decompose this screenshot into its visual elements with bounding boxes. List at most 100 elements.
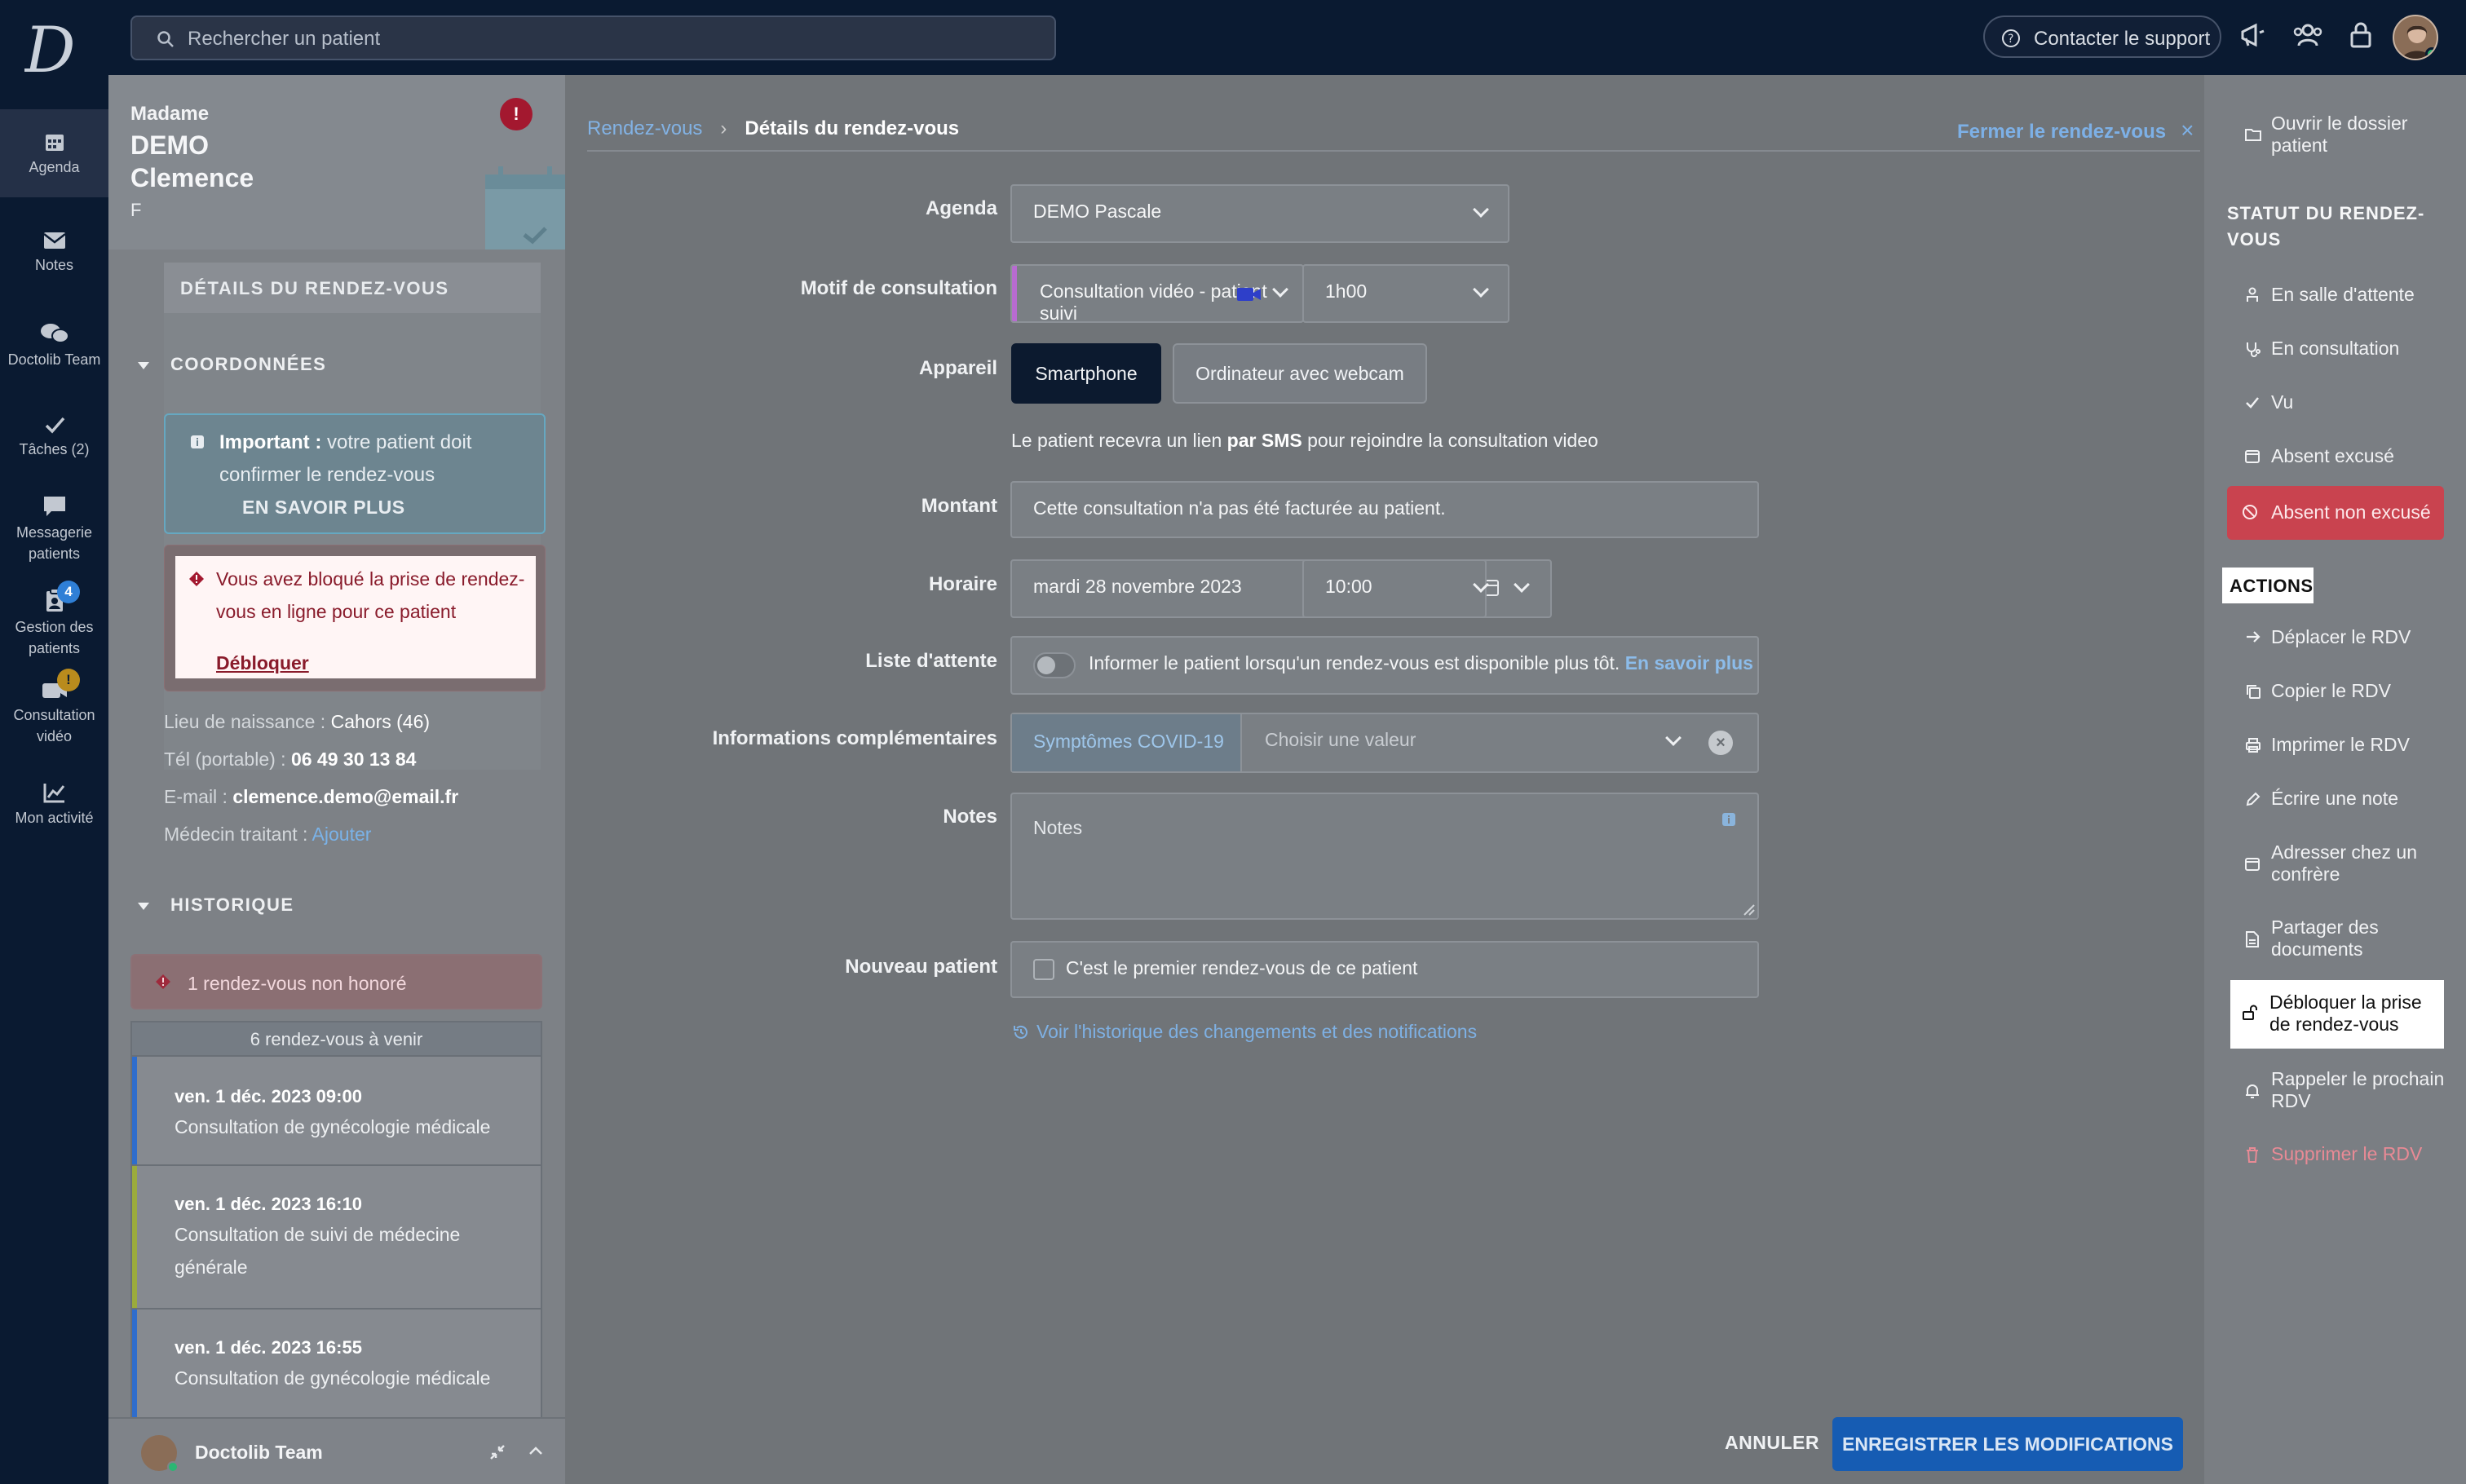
video-camera-icon <box>1237 288 1261 301</box>
unblock-link[interactable]: Débloquer <box>216 652 309 674</box>
info-icon <box>191 435 204 448</box>
right-actions-panel: Ouvrir le dossier patient STATUT DU REND… <box>2204 75 2466 1484</box>
nav-patient-management[interactable]: Gestion des patients 4 <box>0 581 108 659</box>
message-icon <box>43 497 65 516</box>
learn-more-link[interactable]: EN SAVOIR PLUS <box>242 497 405 519</box>
time-select[interactable]: 10:00 <box>1302 559 1489 618</box>
search-placeholder: Rechercher un patient <box>188 28 381 50</box>
device-webcam-button[interactable]: Ordinateur avec webcam <box>1173 343 1427 404</box>
breadcrumb-current: Détails du rendez-vous <box>745 117 960 139</box>
phone-line: Tél (portable) : 06 49 30 13 84 <box>164 749 417 770</box>
breadcrumb-link[interactable]: Rendez-vous <box>587 117 702 139</box>
alert-icon[interactable]: ! <box>500 98 533 130</box>
team-icon[interactable] <box>2292 21 2323 49</box>
forbidden-icon <box>2243 505 2257 519</box>
nav-patient-messaging[interactable]: Messagerie patients <box>0 494 108 564</box>
appointment-item[interactable]: ven. 1 déc. 2023 16:10 Consultation de s… <box>132 1166 541 1310</box>
clear-icon[interactable]: × <box>1708 731 1733 755</box>
printer-icon <box>2246 738 2260 753</box>
action-label: Partager des documents <box>2271 916 2379 960</box>
contact-support-button[interactable]: ? Contacter le support <box>1983 15 2221 58</box>
stethoscope-icon <box>2247 342 2260 357</box>
info-icon <box>1722 813 1735 826</box>
status-label: Absent excusé <box>2271 445 2394 466</box>
add-doctor-link[interactable]: Ajouter <box>312 824 372 845</box>
coordinates-toggle[interactable]: COORDONNÉES <box>138 354 326 375</box>
doctolib-logo[interactable]: D <box>24 18 86 83</box>
status-absent-unexcused[interactable]: Absent non excusé <box>2227 486 2444 540</box>
notes-textarea[interactable]: Notes <box>1010 793 1759 920</box>
save-button[interactable]: ENREGISTRER LES MODIFICATIONS <box>1832 1417 2183 1471</box>
waitlist-label: Liste d'attente <box>865 650 997 672</box>
email-line: E-mail : clemence.demo@email.fr <box>164 786 459 807</box>
nav-label-video: Consultation vidéo <box>13 707 95 744</box>
appointment-details-tab[interactable]: DÉTAILS DU RENDEZ-VOUS <box>164 263 541 313</box>
open-file-label: Ouvrir le dossier patient <box>2271 113 2408 156</box>
info-value-placeholder[interactable]: Choisir une valeur <box>1265 729 1416 751</box>
motif-label: Motif de consultation <box>800 277 997 299</box>
upcoming-appointments: 6 rendez-vous à venir ven. 1 déc. 2023 0… <box>130 1021 542 1484</box>
not-honored-text: 1 rendez-vous non honoré <box>188 973 407 994</box>
action-label: Adresser chez un confrère <box>2271 841 2417 885</box>
appointment-item[interactable]: ven. 1 déc. 2023 09:00 Consultation de g… <box>132 1057 541 1166</box>
user-avatar[interactable] <box>2393 15 2438 60</box>
calendar-illustration <box>485 166 565 250</box>
lock-icon[interactable] <box>2349 21 2373 49</box>
nav-my-activity[interactable]: Mon activité <box>0 781 108 828</box>
history-title: HISTORIQUE <box>170 894 294 915</box>
check-icon <box>2246 397 2259 409</box>
top-bar: D Rechercher un patient ? Contacter le s… <box>0 0 2466 83</box>
action-label: Imprimer le RDV <box>2271 734 2410 755</box>
patient-last-name: DEMO <box>130 130 209 160</box>
close-appointment-label: Fermer le rendez-vous <box>1957 121 2167 143</box>
nav-video-consultation[interactable]: Consultation vidéo ! <box>0 669 108 747</box>
nav-label-agenda: Agenda <box>29 159 80 175</box>
close-appointment-button[interactable]: Fermer le rendez-vous × <box>1957 117 2194 144</box>
not-honored-badge[interactable]: 1 rendez-vous non honoré <box>130 954 542 1009</box>
agenda-select[interactable]: DEMO Pascale <box>1010 184 1509 243</box>
coordinates-title: COORDONNÉES <box>170 354 327 374</box>
schedule-label: Horaire <box>928 573 997 595</box>
doctolib-team-chat-bar[interactable]: Doctolib Team <box>108 1417 565 1484</box>
resize-handle-icon[interactable] <box>1743 903 1756 916</box>
waitlist-toggle[interactable] <box>1033 652 1076 678</box>
duration-select[interactable]: 1h00 <box>1302 264 1509 323</box>
collapse-arrows-icon[interactable] <box>488 1443 506 1461</box>
history-toggle[interactable]: HISTORIQUE <box>138 894 294 916</box>
appointment-date: ven. 1 déc. 2023 09:00 <box>175 1086 362 1106</box>
nav-agenda[interactable]: Agenda <box>0 109 108 197</box>
warning-diamond-icon <box>156 974 170 989</box>
amount-label: Montant <box>921 495 997 517</box>
appointment-date: ven. 1 déc. 2023 16:55 <box>175 1337 362 1358</box>
nav-tasks[interactable]: Tâches (2) <box>0 414 108 460</box>
chevron-right-icon: › <box>720 117 727 139</box>
patient-search-input[interactable]: Rechercher un patient <box>130 15 1056 60</box>
unblock-booking-button[interactable]: Débloquer la prise de rendez-vous <box>2230 980 2444 1049</box>
device-smartphone-button[interactable]: Smartphone <box>1011 343 1161 404</box>
amount-field[interactable]: Cette consultation n'a pas été facturée … <box>1010 481 1759 538</box>
motif-select[interactable]: Consultation vidéo - patient suivi <box>1010 264 1304 323</box>
appointment-color-bar <box>132 1166 137 1308</box>
chevron-down-icon <box>1473 576 1489 593</box>
megaphone-icon[interactable] <box>2239 21 2267 49</box>
calendar-icon <box>45 135 64 151</box>
check-icon <box>45 417 64 434</box>
waitlist-learn-more-link[interactable]: En savoir plus <box>1625 652 1753 674</box>
search-icon <box>157 31 174 47</box>
close-icon: × <box>2181 117 2194 143</box>
arrow-right-icon <box>2247 631 2260 643</box>
help-circle-icon: ? <box>2002 29 2020 47</box>
blocked-text: Vous avez bloqué la prise de rendez-vous… <box>216 568 525 622</box>
chevron-up-icon[interactable] <box>528 1445 544 1456</box>
nav-notes[interactable]: Notes <box>0 230 108 276</box>
new-patient-checkbox[interactable] <box>1033 959 1054 980</box>
status-label: Vu <box>2271 391 2294 413</box>
form-footer: ANNULER ENREGISTRER LES MODIFICATIONS <box>565 1401 2204 1484</box>
info-field: Symptômes COVID-19 Choisir une valeur × <box>1010 713 1759 773</box>
appointment-color-bar <box>132 1057 137 1164</box>
nav-doctolib-team[interactable]: Doctolib Team <box>0 321 108 370</box>
count-badge: 4 <box>57 581 80 603</box>
blocked-booking-notice: Vous avez bloqué la prise de rendez-vous… <box>175 556 536 678</box>
cancel-button[interactable]: ANNULER <box>1725 1432 1819 1454</box>
history-link[interactable]: Voir l'historique des changements et des… <box>1012 1021 1477 1043</box>
